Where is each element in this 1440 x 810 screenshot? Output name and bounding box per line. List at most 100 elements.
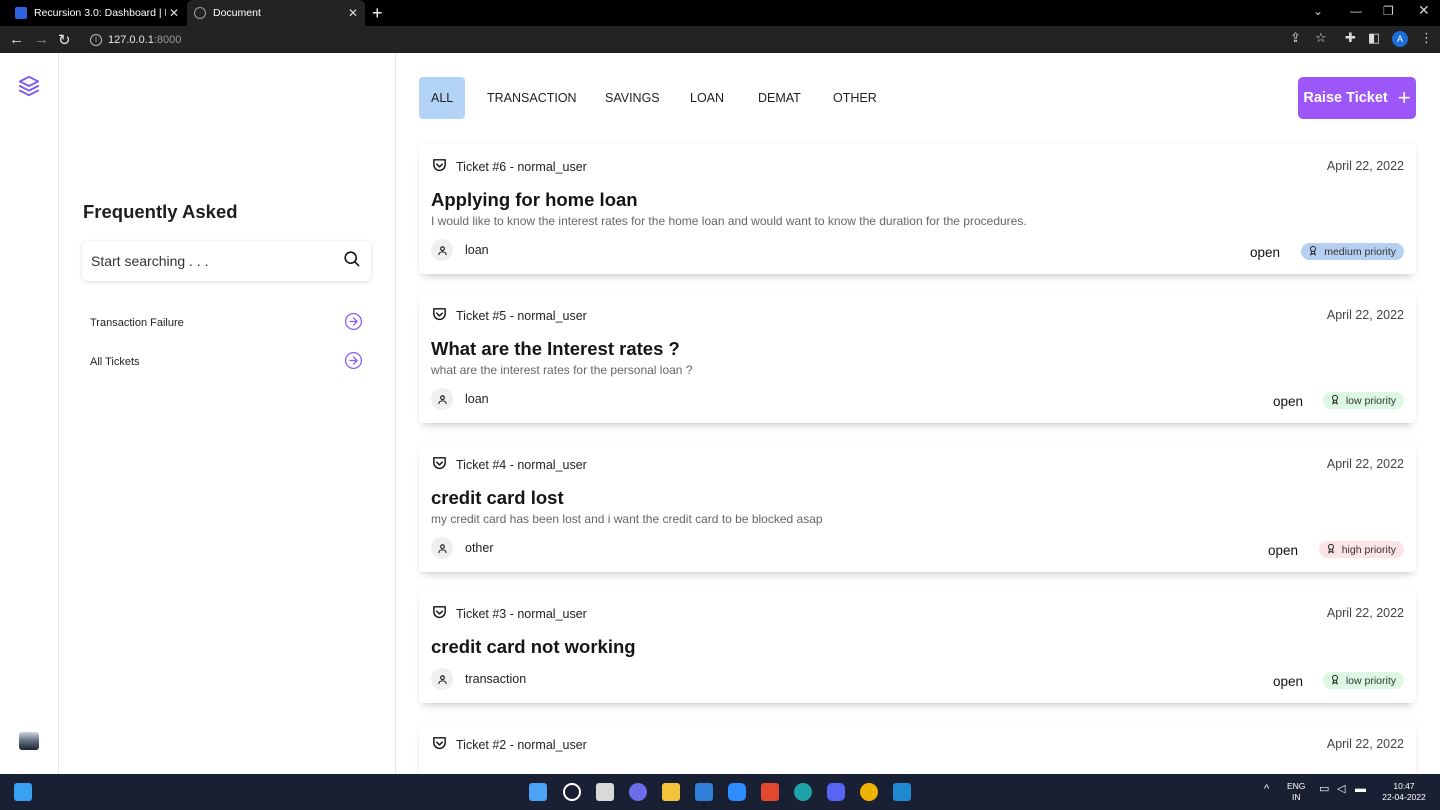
faq-item-transaction-failure[interactable]: Transaction Failure (90, 312, 363, 334)
task-view-icon[interactable] (596, 783, 614, 801)
teams-chat-icon[interactable] (629, 783, 647, 801)
share-icon[interactable]: ⇪ (1290, 30, 1301, 46)
filter-tab-savings[interactable]: SAVINGS (593, 77, 672, 119)
tab-document[interactable]: Document ✕ (187, 0, 365, 26)
back-icon[interactable]: ← (9, 31, 24, 48)
priority-label: high priority (1341, 543, 1396, 556)
ticket-title[interactable]: Applying for home loan (431, 189, 638, 211)
ticket-description: what are the interest rates for the pers… (431, 363, 693, 377)
ticket-card[interactable]: Ticket #3 - normal_user April 22, 2022 c… (419, 590, 1416, 703)
icon-rail (0, 53, 59, 774)
ticket-date: April 22, 2022 (1326, 737, 1404, 751)
ticket-header: Ticket #3 - normal_user (431, 604, 587, 624)
close-tab-icon[interactable]: ✕ (345, 6, 361, 20)
ticket-header: Ticket #6 - normal_user (431, 157, 587, 177)
mail-icon[interactable] (695, 783, 713, 801)
filter-tab-loan[interactable]: LOAN (678, 77, 736, 119)
ticket-card[interactable]: Ticket #4 - normal_user April 22, 2022 c… (419, 441, 1416, 572)
vscode-icon[interactable] (893, 783, 911, 801)
ticket-card[interactable]: Ticket #5 - normal_user April 22, 2022 W… (419, 292, 1416, 423)
side-panel-icon[interactable]: ◧ (1368, 30, 1380, 46)
forward-icon[interactable]: → (34, 31, 49, 48)
user-icon (431, 239, 453, 261)
filter-tab-other[interactable]: OTHER (821, 77, 889, 119)
battery-icon[interactable]: ▬ (1355, 784, 1366, 795)
tab-search-icon[interactable]: ⌄ (1313, 4, 1323, 18)
volume-icon[interactable]: ◁ (1337, 784, 1345, 795)
language-indicator[interactable]: ENG IN (1287, 781, 1305, 803)
ticket-card[interactable]: Ticket #2 - normal_user April 22, 2022 (419, 721, 1416, 774)
priority-badge: low priority (1322, 672, 1404, 689)
ticket-category: loan (431, 388, 489, 410)
ticket-title[interactable]: What are the Interest rates ? (431, 338, 680, 360)
user-icon (431, 668, 453, 690)
ticket-title[interactable]: credit card not working (431, 636, 636, 658)
minimize-icon[interactable]: — (1350, 4, 1362, 18)
search-icon[interactable] (342, 249, 361, 273)
arrow-circle-right-icon[interactable] (344, 351, 363, 373)
new-tab-button[interactable]: + (372, 3, 383, 24)
menu-kebab-icon[interactable]: ⋮ (1420, 30, 1433, 46)
edge-icon[interactable] (794, 783, 812, 801)
ticket-description: my credit card has been lost and i want … (431, 512, 823, 526)
priority-label: medium priority (1324, 245, 1396, 258)
close-tab-icon[interactable]: ✕ (166, 6, 182, 20)
priority-badge: medium priority (1301, 243, 1404, 260)
raise-ticket-button[interactable]: Raise Ticket + (1298, 77, 1416, 119)
ticket-title[interactable]: credit card lost (431, 487, 564, 509)
close-window-icon[interactable]: ✕ (1418, 2, 1430, 19)
office-icon[interactable] (761, 783, 779, 801)
widgets-icon[interactable] (14, 783, 32, 801)
ticket-card[interactable]: Ticket #6 - normal_user April 22, 2022 A… (419, 143, 1416, 274)
file-explorer-icon[interactable] (662, 783, 680, 801)
reload-icon[interactable]: ↻ (58, 31, 71, 49)
ticket-category: loan (431, 239, 489, 261)
site-info-icon[interactable]: i (90, 33, 102, 46)
ticket-category: transaction (431, 668, 526, 690)
chrome-icon[interactable] (860, 783, 878, 801)
filter-tab-all[interactable]: ALL (419, 77, 466, 119)
faq-search-input[interactable] (91, 253, 342, 269)
bookmark-star-icon[interactable]: ☆ (1315, 30, 1327, 46)
ticket-status: open (1250, 245, 1281, 260)
tray-overflow-icon[interactable]: ^ (1264, 784, 1269, 795)
filter-tab-demat[interactable]: DEMAT (746, 77, 813, 119)
user-icon (431, 537, 453, 559)
ticket-id: Ticket #2 - normal_user (456, 738, 587, 752)
arrow-circle-right-icon[interactable] (344, 312, 363, 334)
url-bar[interactable]: i 127.0.0.1:8000 (80, 29, 1338, 50)
windows-taskbar: ^ ENG IN ▭ ◁ ▬ 10:47 22-04-2022 (0, 774, 1440, 810)
user-avatar[interactable] (19, 732, 39, 750)
tab-dashboard[interactable]: Recursion 3.0: Dashboard | Devfo ✕ (8, 0, 186, 26)
extensions-icon[interactable]: ✚ (1345, 30, 1356, 46)
browser-tab-strip: Recursion 3.0: Dashboard | Devfo ✕ Docum… (0, 0, 1440, 26)
start-windows-icon[interactable] (529, 783, 547, 801)
ticket-id: Ticket #5 - normal_user (456, 309, 587, 323)
url-host: 127.0.0.1 (108, 33, 154, 46)
restore-icon[interactable]: ❐ (1383, 4, 1394, 18)
discord-icon[interactable] (827, 783, 845, 801)
faq-sidebar: Frequently Asked Transaction Failure All… (59, 53, 396, 774)
ticket-category-label: other (465, 541, 494, 555)
priority-badge: low priority (1322, 392, 1404, 409)
profile-avatar[interactable]: A (1392, 31, 1408, 47)
clock[interactable]: 10:47 22-04-2022 (1378, 781, 1430, 803)
layers-logo-icon[interactable] (18, 75, 40, 102)
globe-icon (194, 7, 206, 19)
network-icon[interactable]: ▭ (1319, 784, 1329, 795)
tab-title: Recursion 3.0: Dashboard | Devfo (34, 7, 166, 19)
region-label: IN (1291, 792, 1301, 802)
faq-item-all-tickets[interactable]: All Tickets (90, 351, 363, 373)
zoom-icon[interactable] (728, 783, 746, 801)
search-icon[interactable] (563, 783, 581, 801)
filter-tab-transaction[interactable]: TRANSACTION (475, 77, 589, 119)
award-ribbon-icon (1308, 245, 1318, 259)
faq-item-label: Transaction Failure (90, 317, 184, 329)
ticket-category-label: loan (465, 392, 489, 406)
ticket-shield-icon (431, 455, 448, 475)
ticket-date: April 22, 2022 (1326, 457, 1404, 471)
ticket-shield-icon (431, 735, 448, 755)
ticket-status: open (1273, 674, 1304, 689)
ticket-id: Ticket #3 - normal_user (456, 607, 587, 621)
ticket-id: Ticket #6 - normal_user (456, 160, 587, 174)
